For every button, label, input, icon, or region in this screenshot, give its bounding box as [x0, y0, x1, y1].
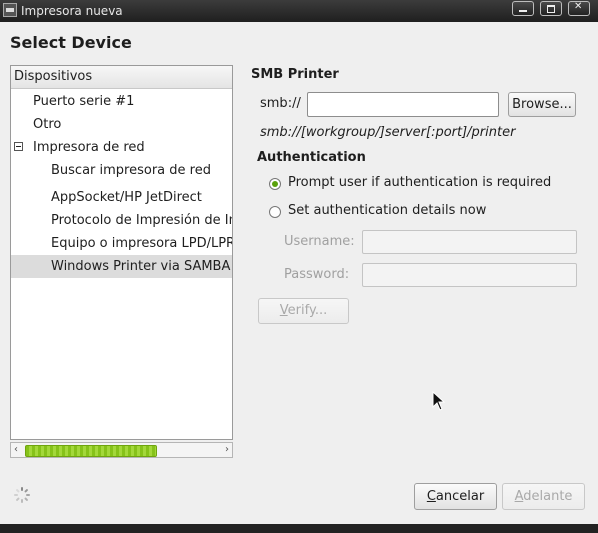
- close-button[interactable]: [568, 1, 590, 16]
- smb-section-title: SMB Printer: [251, 67, 339, 82]
- device-tree-row[interactable]: Windows Printer via SAMBA: [11, 255, 232, 278]
- device-tree-row-label: Puerto serie #1: [33, 94, 135, 109]
- smb-url-input[interactable]: [307, 92, 499, 117]
- device-tree-row-label: Buscar impresora de red: [51, 163, 211, 178]
- collapse-icon[interactable]: [14, 142, 23, 151]
- device-tree-row-label: Windows Printer via SAMBA: [51, 259, 231, 274]
- device-tree-row[interactable]: Protocolo de Impresión de Internet (IPP): [11, 209, 232, 232]
- device-tree-hscrollbar[interactable]: ‹ ›: [10, 442, 233, 458]
- device-tree-header[interactable]: Dispositivos: [11, 66, 232, 89]
- password-label: Password:: [284, 267, 350, 282]
- scroll-left-arrow-icon[interactable]: ‹: [14, 443, 18, 457]
- device-tree-row[interactable]: Equipo o impresora LPD/LPR: [11, 232, 233, 255]
- loading-spinner-icon: [14, 487, 30, 503]
- scroll-thumb[interactable]: [25, 445, 157, 457]
- device-tree-row[interactable]: Otro: [11, 113, 232, 136]
- device-tree-row[interactable]: Puerto serie #1: [11, 90, 232, 113]
- prompt-auth-label[interactable]: Prompt user if authentication is require…: [288, 175, 551, 190]
- device-tree[interactable]: Dispositivos Puerto serie #1 Otro Impresor…: [10, 65, 233, 440]
- forward-button[interactable]: Adelante: [502, 483, 585, 510]
- password-input[interactable]: [362, 263, 577, 287]
- scroll-right-arrow-icon[interactable]: ›: [225, 443, 229, 457]
- auth-section-title: Authentication: [257, 150, 366, 165]
- printer-app-icon: [3, 3, 17, 17]
- window-bottom-edge: [0, 524, 598, 533]
- set-auth-radio[interactable]: [269, 206, 281, 218]
- cancel-button[interactable]: Cancelar: [414, 483, 497, 510]
- set-auth-label[interactable]: Set authentication details now: [288, 203, 486, 218]
- device-tree-row-label: Otro: [33, 117, 62, 132]
- device-tree-row[interactable]: Buscar impresora de red: [11, 159, 232, 182]
- page-title: Select Device: [10, 33, 132, 52]
- smb-format-hint: smb://[workgroup/]server[:port]/printer: [260, 125, 516, 140]
- username-input[interactable]: [362, 230, 577, 254]
- smb-prefix-label: smb://: [260, 96, 301, 111]
- device-tree-row[interactable]: Impresora de red: [11, 136, 232, 159]
- verify-button[interactable]: Verify...: [258, 298, 349, 324]
- title-bar: Impresora nueva: [0, 0, 598, 22]
- device-tree-row-label: Impresora de red: [33, 140, 145, 155]
- username-label: Username:: [284, 234, 355, 249]
- mouse-pointer-icon: [432, 391, 446, 411]
- device-tree-row-label: AppSocket/HP JetDirect: [51, 190, 202, 205]
- device-tree-row-label: Equipo o impresora LPD/LPR: [51, 236, 233, 251]
- browse-button[interactable]: Browse...: [508, 92, 576, 117]
- minimize-button[interactable]: [512, 1, 534, 16]
- prompt-auth-radio[interactable]: [269, 178, 281, 190]
- window-title: Impresora nueva: [21, 4, 123, 18]
- device-tree-row[interactable]: AppSocket/HP JetDirect: [11, 186, 232, 209]
- maximize-button[interactable]: [540, 1, 562, 16]
- device-tree-row-label: Protocolo de Impresión de Internet (IPP): [51, 213, 232, 228]
